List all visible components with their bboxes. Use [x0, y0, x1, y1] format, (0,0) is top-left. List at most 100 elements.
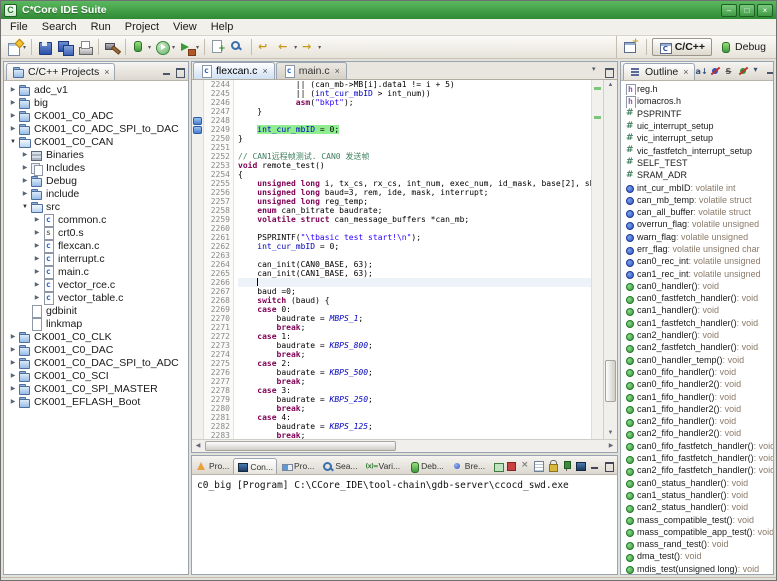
tree-item-ck001-eflash-boot[interactable]: ▶CK001_EFLASH_Boot	[4, 395, 188, 408]
outline-item-uic-interrupt-setup[interactable]: uic_interrupt_setup	[621, 120, 773, 132]
open-perspective-button[interactable]	[621, 38, 641, 57]
console-tab-con[interactable]: Con...	[233, 458, 277, 474]
external-tools-button[interactable]: ▾	[177, 38, 201, 57]
tab-outline[interactable]: Outline ×	[623, 63, 695, 80]
tree-item-main-c[interactable]: ▶main.c	[4, 265, 188, 278]
expand-arrow-icon[interactable]: ▶	[8, 86, 18, 93]
menu-run[interactable]: Run	[84, 20, 118, 34]
build-button[interactable]	[102, 38, 122, 57]
console-tab-deb[interactable]: Deb...	[404, 458, 448, 474]
view-menu-button[interactable]	[751, 65, 763, 77]
overview-ruler[interactable]	[591, 80, 603, 439]
outline-item-err-flag[interactable]: err_flag : volatile unsigned char	[621, 243, 773, 255]
tree-item-linkmap[interactable]: linkmap	[4, 317, 188, 330]
scroll-left-icon[interactable]: ◀	[192, 440, 204, 452]
save-all-button[interactable]	[55, 38, 75, 57]
outline-item-can2-handler[interactable]: can2_handler() : void	[621, 329, 773, 341]
code-area[interactable]: || (can_mb->MB[i].data1 != i + 5) || (in…	[234, 80, 591, 439]
outline-item-can0-fifo-fastfetch-handler[interactable]: can0_fifo_fastfetch_handler() : void	[621, 440, 773, 452]
debug-button[interactable]: ▾	[129, 38, 153, 57]
hide-nonpublic-button[interactable]	[737, 65, 749, 77]
scroll-up-icon[interactable]: ▲	[604, 80, 617, 91]
tree-item-vector-table-c[interactable]: ▶vector_table.c	[4, 291, 188, 304]
outline-item-can1-fifo-handler[interactable]: can1_fifo_handler() : void	[621, 390, 773, 402]
expand-arrow-icon[interactable]: ▶	[32, 242, 42, 249]
outline-item-can1-fifo-fastfetch-handler[interactable]: can1_fifo_fastfetch_handler() : void	[621, 452, 773, 464]
expand-arrow-icon[interactable]: ▶	[8, 359, 18, 366]
run-button[interactable]: ▾	[153, 38, 177, 57]
outline-item-sram-adr[interactable]: SRAM_ADR	[621, 169, 773, 181]
outline-item-can0-fastfetch-handler[interactable]: can0_fastfetch_handler() : void	[621, 292, 773, 304]
expand-arrow-icon[interactable]: ▶	[32, 268, 42, 275]
expand-arrow-icon[interactable]: ▶	[32, 255, 42, 262]
expand-arrow-icon[interactable]: ▶	[20, 164, 30, 171]
tree-item-include[interactable]: ▶include	[4, 187, 188, 200]
sort-button[interactable]	[695, 65, 707, 77]
scroll-lock-button[interactable]	[546, 459, 559, 472]
outline-item-can0-handler-temp[interactable]: can0_handler_temp() : void	[621, 354, 773, 366]
vertical-scrollbar[interactable]: ▲ ▼	[603, 80, 617, 439]
outline-item-vic-interrupt-setup[interactable]: vic_interrupt_setup	[621, 132, 773, 144]
outline-item-mass-rand-test[interactable]: mass_rand_test() : void	[621, 538, 773, 550]
menu-search[interactable]: Search	[35, 20, 84, 34]
outline-item-warn-flag[interactable]: warn_flag : volatile unsigned	[621, 231, 773, 243]
clear-console-button[interactable]	[532, 459, 545, 472]
horizontal-scrollbar[interactable]: ◀ ▶	[192, 439, 617, 452]
console-tab-me[interactable]: Me...	[489, 458, 504, 474]
save-button[interactable]	[35, 38, 55, 57]
menu-view[interactable]: View	[166, 20, 204, 34]
maximize-icon[interactable]	[174, 67, 185, 77]
tab-list-icon[interactable]	[590, 67, 601, 77]
outline-item-can2-fastfetch-handler[interactable]: can2_fastfetch_handler() : void	[621, 341, 773, 353]
close-icon[interactable]: ×	[104, 68, 109, 77]
remove-launch-button[interactable]	[518, 459, 531, 472]
perspective-debug[interactable]: Debug	[712, 38, 773, 56]
outline-item-int-cur-mbid[interactable]: int_cur_mbID : volatile int	[621, 181, 773, 193]
tab-cpp-projects[interactable]: C/C++ Projects ×	[6, 63, 115, 80]
print-button[interactable]	[75, 38, 95, 57]
tree-item-common-c[interactable]: ▶common.c	[4, 213, 188, 226]
expand-arrow-icon[interactable]: ▶	[20, 151, 30, 158]
tree-item-debug[interactable]: ▶Debug	[4, 174, 188, 187]
console-tab-pro[interactable]: Pro...	[277, 458, 318, 474]
terminate-button[interactable]	[504, 459, 517, 472]
tree-item-ck001-c0-clk[interactable]: ▶CK001_C0_CLK	[4, 330, 188, 343]
perspective-c-c[interactable]: C/C++	[652, 38, 712, 56]
outline-item-can2-status-handler[interactable]: can2_status_handler() : void	[621, 501, 773, 513]
expand-arrow-icon[interactable]: ▶	[32, 294, 42, 301]
outline-item-iomacros-h[interactable]: iomacros.h	[621, 95, 773, 107]
outline-item-reg-h[interactable]: reg.h	[621, 83, 773, 95]
last-edit-button[interactable]	[255, 38, 275, 57]
hide-fields-button[interactable]	[709, 65, 721, 77]
tree-item-ck001-c0-adc[interactable]: ▶CK001_C0_ADC	[4, 109, 188, 122]
tree-item-includes[interactable]: ▶Includes	[4, 161, 188, 174]
expand-arrow-icon[interactable]: ▶	[8, 346, 18, 353]
outline-item-can-mb-temp[interactable]: can_mb_temp : volatile struct	[621, 194, 773, 206]
outline-item-psprintf[interactable]: PSPRINTF	[621, 108, 773, 120]
tree-item-gdbinit[interactable]: gdbinit	[4, 304, 188, 317]
outline-item-can0-fifo-handler[interactable]: can0_fifo_handler() : void	[621, 366, 773, 378]
outline-item-self-test[interactable]: SELF_TEST	[621, 157, 773, 169]
close-icon[interactable]: ×	[683, 68, 688, 77]
expand-arrow-icon[interactable]: ▶	[20, 190, 30, 197]
outline-item-can0-fifo-handler2[interactable]: can0_fifo_handler2() : void	[621, 378, 773, 390]
menu-file[interactable]: File	[3, 20, 35, 34]
minimize-icon[interactable]	[161, 67, 172, 77]
close-icon[interactable]: ×	[335, 66, 340, 76]
outline-item-can1-fastfetch-handler[interactable]: can1_fastfetch_handler() : void	[621, 317, 773, 329]
outline-item-can2-fifo-fastfetch-handler[interactable]: can2_fifo_fastfetch_handler() : void	[621, 464, 773, 476]
outline-item-can0-status-handler[interactable]: can0_status_handler() : void	[621, 477, 773, 489]
editor-tab-main-c[interactable]: main.c×	[276, 62, 347, 79]
outline-item-can-all-buffer[interactable]: can_all_buffer : volatile struct	[621, 206, 773, 218]
tree-item-interrupt-c[interactable]: ▶interrupt.c	[4, 252, 188, 265]
outline-item-mdis-test-unsigned-long[interactable]: mdis_test(unsigned long) : void	[621, 563, 773, 574]
menu-help[interactable]: Help	[204, 20, 241, 34]
expand-arrow-icon[interactable]: ▶	[8, 333, 18, 340]
editor-tab-flexcan-c[interactable]: flexcan.c×	[193, 62, 275, 79]
console-tab-sea[interactable]: Sea...	[318, 458, 361, 474]
window-close-button[interactable]: ×	[757, 4, 773, 17]
expand-arrow-icon[interactable]: ▶	[8, 385, 18, 392]
console-tab-vari[interactable]: Vari...	[362, 458, 405, 474]
tree-item-big[interactable]: ▶big	[4, 96, 188, 109]
outline-item-can1-status-handler[interactable]: can1_status_handler() : void	[621, 489, 773, 501]
